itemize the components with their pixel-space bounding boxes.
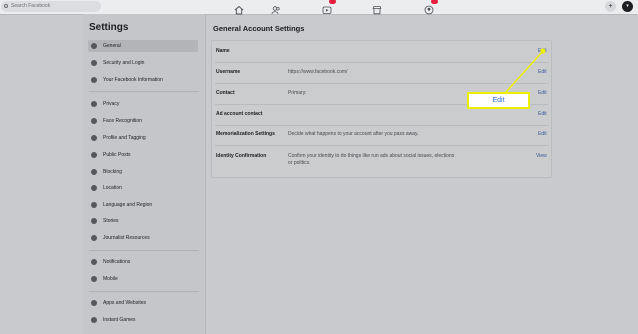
mobile-icon [91,276,97,282]
sidebar-item-profile-and-tagging[interactable]: Profile and Tagging [88,132,198,144]
notification-badge [431,0,438,4]
sidebar-item-label: Profile and Tagging [103,135,146,141]
sidebar-item-label: Privacy [103,101,120,107]
friends-icon[interactable] [271,2,281,15]
sidebar-divider [89,91,199,92]
sidebar-item-stories[interactable]: Stories [88,215,198,227]
sidebar-item-label: Instant Games [103,317,136,323]
sidebar-item-face-recognition[interactable]: Face Recognition [88,115,198,127]
sidebar-item-blocking[interactable]: Blocking [88,166,198,178]
language-icon [91,202,97,208]
sidebar-item-general[interactable]: General [88,40,198,52]
plus-icon: + [608,3,613,10]
page-title: General Account Settings [213,24,305,33]
row-label: Ad account contact [216,111,263,117]
sidebar-item-journalist-resources[interactable]: Journalist Resources [88,232,198,244]
view-identity-confirmation-link[interactable]: View [536,153,547,159]
search-icon [4,4,8,8]
edit-name-link[interactable]: Edit [538,48,547,54]
sidebar-item-your-facebook-information[interactable]: Your Facebook Information [88,74,198,86]
row-divider [215,83,548,84]
row-divider [215,125,548,126]
search-input[interactable]: Search Facebook [1,1,101,12]
edit-callout-label: Edit [467,92,530,109]
sidebar-title: Settings [89,22,129,33]
sidebar-item-label: Location [103,185,122,191]
sidebar-item-label: Face Recognition [103,118,142,124]
home-icon[interactable] [234,2,244,15]
sidebar-item-label: Your Facebook Information [103,77,163,83]
location-icon [91,185,97,191]
create-button[interactable]: + [605,1,616,12]
row-value: Decide what happens to your account afte… [288,131,419,137]
search-placeholder: Search Facebook [11,3,51,9]
lock-icon [91,101,97,107]
shield-icon [91,60,97,66]
sidebar-item-label: Language and Region [103,202,153,208]
watch-icon[interactable] [322,0,336,14]
sidebar-item-label: Journalist Resources [103,235,150,241]
sidebar-divider [89,291,199,292]
sidebar-item-security[interactable]: Security and Login [88,57,198,69]
row-label: Name [216,48,230,54]
sidebar-item-instant-games[interactable]: Instant Games [88,314,198,326]
sidebar-item-label: Blocking [103,169,122,175]
block-icon [91,169,97,175]
row-label: Memorialization Settings [216,131,275,137]
sidebar-divider [89,250,199,251]
sidebar-item-label: Public Posts [103,152,131,158]
sidebar-item-apps-and-websites[interactable]: Apps and Websites [88,297,198,309]
marketplace-icon[interactable] [372,2,382,15]
gear-icon [91,43,97,49]
row-label: Identity Confirmation [216,153,267,159]
sidebar-item-label: Mobile [103,276,118,282]
apps-icon [91,300,97,306]
bell-icon [91,259,97,265]
sidebar-item-label: Stories [103,218,119,224]
edit-memorialization-link[interactable]: Edit [538,131,547,137]
row-label: Username [216,69,241,75]
row-label: Contact [216,90,235,96]
tag-icon [91,135,97,141]
row-value: Confirm your identity to do things like … [288,153,455,166]
sidebar-item-privacy[interactable]: Privacy [88,98,198,110]
general-settings-panel: Name Edit Username https://www.facebook.… [211,40,552,178]
journalist-icon [91,235,97,241]
notification-badge [329,0,336,4]
stories-icon [91,218,97,224]
row-value: https://www.facebook.com/ [288,69,348,75]
row-value: Primary: [288,90,307,96]
sidebar-item-mobile[interactable]: Mobile [88,273,198,285]
account-menu-button[interactable]: ▾ [622,1,633,12]
sidebar-item-language-and-region[interactable]: Language and Region [88,199,198,211]
facebook-icon [91,77,97,83]
edit-contact-link[interactable]: Edit [538,90,547,96]
sidebar-item-label: Apps and Websites [103,300,146,306]
sidebar-item-location[interactable]: Location [88,182,198,194]
sidebar-item-notifications[interactable]: Notifications [88,256,198,268]
sidebar-item-label: Security and Login [103,60,145,66]
row-divider [215,62,548,63]
settings-sidebar: Settings General Security and Login Your… [83,14,206,334]
sidebar-item-label: Notifications [103,259,131,265]
chevron-down-icon: ▾ [626,3,629,9]
sidebar-item-public-posts[interactable]: Public Posts [88,149,198,161]
row-divider [215,145,548,146]
edit-username-link[interactable]: Edit [538,69,547,75]
top-bar: Search Facebook + ▾ [0,0,638,15]
groups-icon[interactable] [424,0,438,15]
sidebar-item-label: General [103,43,121,49]
edit-ad-account-contact-link[interactable]: Edit [538,111,547,117]
face-icon [91,118,97,124]
games-icon [91,317,97,323]
globe-icon [91,152,97,158]
